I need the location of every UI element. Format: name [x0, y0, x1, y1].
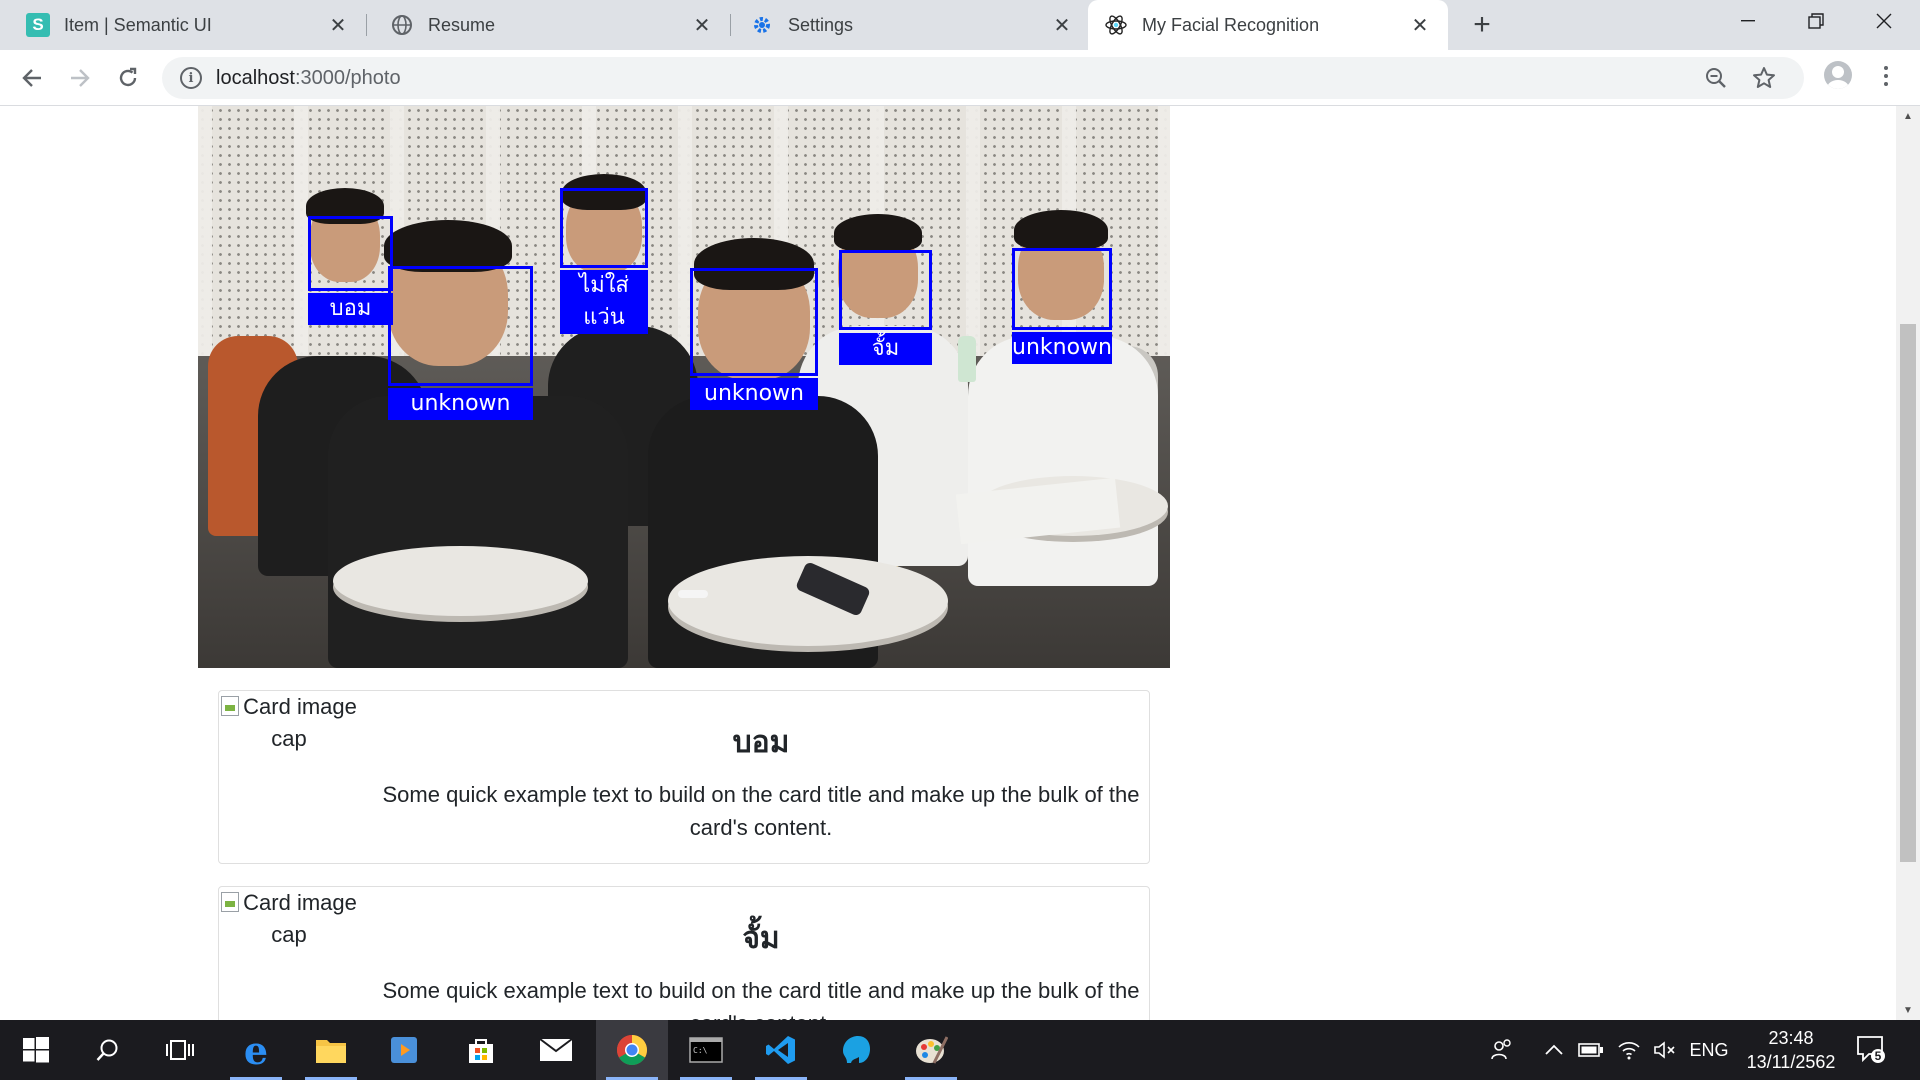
face-label: จั้ม — [839, 333, 932, 365]
zoom-icon[interactable] — [1704, 66, 1728, 90]
person-card: Card image cap จั้ม Some quick example t… — [218, 886, 1150, 1020]
mail-icon[interactable] — [520, 1020, 592, 1080]
media-player-icon[interactable] — [368, 1020, 440, 1080]
reload-button[interactable] — [110, 60, 146, 96]
mysql-workbench-icon[interactable] — [820, 1020, 892, 1080]
face-box — [388, 266, 533, 386]
close-icon[interactable]: ✕ — [690, 13, 714, 37]
notification-count: 5 — [1874, 1049, 1882, 1063]
face-box — [839, 250, 932, 330]
close-icon[interactable]: ✕ — [1050, 13, 1074, 37]
globe-icon — [390, 13, 414, 37]
tab-title: My Facial Recognition — [1142, 14, 1320, 35]
address-bar[interactable]: i localhost:3000/photo — [162, 57, 1804, 99]
page-viewport: บอม unknown ไม่ใส่แว่น unknown จั้ม unkn… — [0, 106, 1920, 1020]
face-label: ไม่ใส่แว่น — [560, 270, 648, 334]
card-text: Some quick example text to build on the … — [382, 782, 1140, 840]
browser-toolbar: i localhost:3000/photo — [0, 50, 1920, 106]
tab-title: Settings — [788, 14, 854, 35]
chrome-icon[interactable] — [596, 1020, 668, 1080]
desk — [333, 546, 588, 616]
card-image-alt: Card image cap — [243, 890, 357, 947]
paint-icon[interactable] — [895, 1020, 967, 1080]
tab-title: Resume — [428, 14, 496, 35]
face-label: บอม — [308, 293, 393, 325]
person-card: Card image cap บอม Some quick example te… — [218, 690, 1150, 864]
card-text: Some quick example text to build on the … — [382, 978, 1140, 1020]
face-box — [690, 268, 818, 376]
tab-strip: S Item | Semantic UI ✕ Resume ✕ Settings… — [0, 0, 1920, 50]
bottle — [958, 336, 976, 382]
semantic-ui-icon: S — [26, 13, 50, 37]
new-tab-button[interactable]: + — [1466, 8, 1498, 41]
face-label: unknown — [1012, 332, 1112, 364]
action-center-icon[interactable]: 5 — [1856, 1034, 1886, 1064]
group-photo: บอม unknown ไม่ใส่แว่น unknown จั้ม unkn… — [198, 106, 1170, 668]
face-label: unknown — [388, 388, 533, 420]
show-hidden-icons-icon[interactable] — [1540, 1020, 1568, 1080]
face-box — [308, 216, 393, 291]
clock[interactable]: 23:48 13/11/2562 — [1746, 1026, 1836, 1074]
gear-icon — [750, 13, 774, 37]
people-icon[interactable] — [1484, 1020, 1520, 1080]
bookmark-star-icon[interactable] — [1752, 66, 1776, 90]
card-image: Card image cap — [219, 887, 359, 951]
forward-button[interactable] — [62, 60, 98, 96]
terminal-icon[interactable]: C:\ — [670, 1020, 742, 1080]
scroll-down-arrow-icon[interactable]: ▼ — [1896, 1000, 1920, 1020]
tab-separator — [366, 14, 367, 36]
card-body: จั้ม Some quick example text to build on… — [381, 887, 1141, 1020]
face-box — [1012, 248, 1112, 330]
site-info-icon[interactable]: i — [180, 67, 202, 89]
close-icon[interactable]: ✕ — [326, 13, 350, 37]
svg-text:C:\: C:\ — [693, 1046, 708, 1055]
face-label: unknown — [690, 378, 818, 410]
tab-separator — [730, 14, 731, 36]
clock-time: 23:48 — [1768, 1028, 1814, 1048]
vscode-icon[interactable] — [745, 1020, 817, 1080]
task-view-icon[interactable] — [144, 1020, 216, 1080]
close-window-button[interactable] — [1854, 0, 1914, 42]
volume-muted-icon[interactable] — [1650, 1020, 1680, 1080]
pen — [678, 590, 708, 598]
scrollbar-thumb[interactable] — [1900, 324, 1916, 862]
wifi-icon[interactable] — [1614, 1020, 1644, 1080]
card-title: จั้ม — [742, 921, 780, 956]
clock-date: 13/11/2562 — [1746, 1052, 1836, 1072]
page-scrollbar[interactable]: ▲ ▼ — [1896, 106, 1920, 1020]
card-body: บอม Some quick example text to build on … — [381, 691, 1141, 844]
language-indicator[interactable]: ENG — [1686, 1020, 1732, 1080]
react-icon — [1104, 13, 1128, 37]
search-icon[interactable] — [72, 1020, 144, 1080]
broken-image-icon — [221, 696, 240, 716]
url-host: localhost — [216, 66, 295, 89]
card-image: Card image cap — [219, 691, 359, 755]
close-icon[interactable]: ✕ — [1408, 13, 1432, 37]
start-icon[interactable] — [0, 1020, 72, 1080]
broken-image-icon — [221, 892, 240, 912]
browser-menu-icon[interactable] — [1876, 62, 1896, 90]
tab-semantic-ui[interactable]: S Item | Semantic UI ✕ — [10, 0, 366, 50]
card-title: บอม — [732, 725, 790, 760]
tab-title: Item | Semantic UI — [64, 14, 212, 35]
back-button[interactable] — [14, 60, 50, 96]
minimize-button[interactable] — [1718, 0, 1778, 42]
restore-button[interactable] — [1786, 0, 1846, 42]
battery-icon[interactable] — [1576, 1020, 1606, 1080]
profile-avatar[interactable] — [1824, 61, 1852, 89]
edge-icon[interactable]: e — [220, 1020, 292, 1080]
face-box — [560, 188, 648, 268]
file-explorer-icon[interactable] — [295, 1020, 367, 1080]
store-icon[interactable] — [445, 1020, 517, 1080]
card-image-alt: Card image cap — [243, 694, 357, 751]
tab-settings[interactable]: Settings ✕ — [734, 0, 1090, 50]
tab-resume[interactable]: Resume ✕ — [374, 0, 730, 50]
url-path: :3000/photo — [294, 66, 401, 89]
scroll-up-arrow-icon[interactable]: ▲ — [1896, 106, 1920, 126]
tab-my-facial-recognition[interactable]: My Facial Recognition ✕ — [1088, 0, 1448, 50]
windows-taskbar: e C:\ ENG 23:48 13/11/2562 5 — [0, 1020, 1920, 1080]
